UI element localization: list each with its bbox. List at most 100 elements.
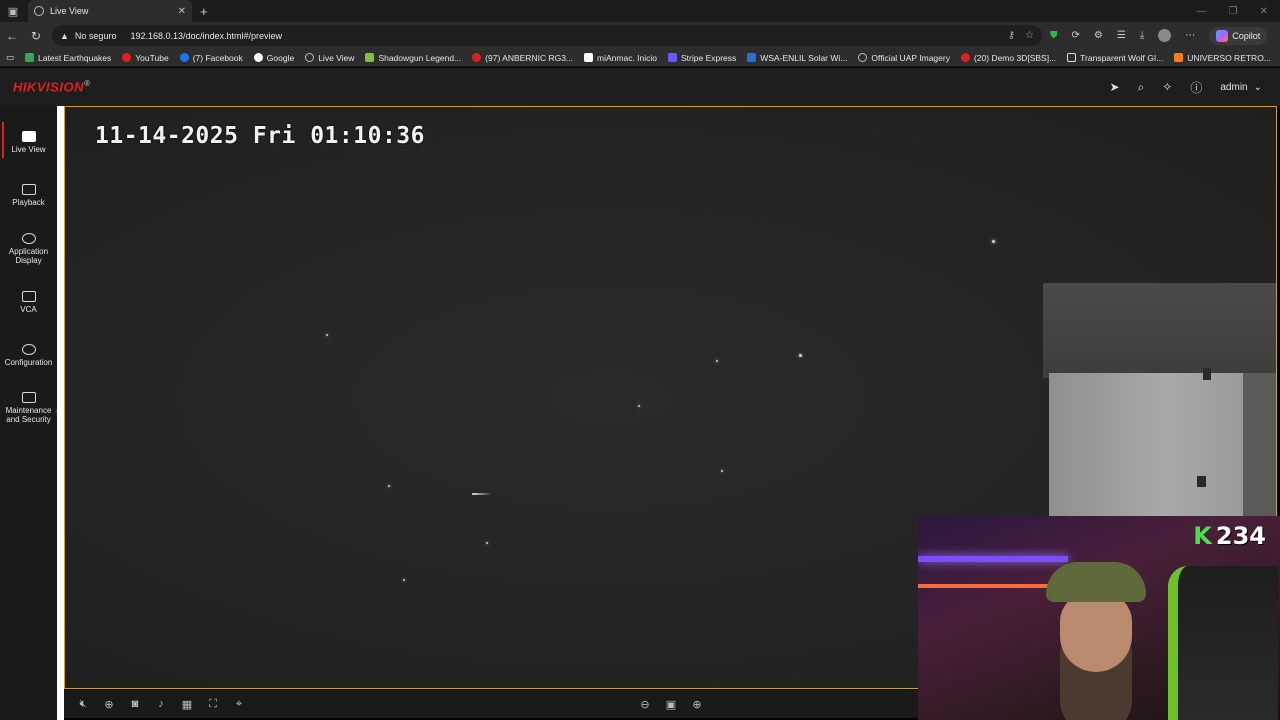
bookmark-item[interactable]: UNIVERSO RETRO... xyxy=(1174,53,1271,63)
star-point xyxy=(721,470,723,472)
ptz-icon[interactable]: ⌖ xyxy=(226,691,252,717)
sidebar-item-live-view[interactable]: Live View xyxy=(0,131,57,154)
page-icon xyxy=(1067,53,1077,62)
star-point xyxy=(992,240,995,243)
bookmark-item[interactable]: Shadowgun Legend... xyxy=(365,53,461,63)
restore-icon[interactable]: ❐ xyxy=(1229,6,1238,17)
building-silhouette xyxy=(1043,283,1276,523)
close-window-icon[interactable]: ✕ xyxy=(1260,6,1268,17)
window-layout-icon[interactable]: ▣ xyxy=(658,691,684,717)
reload-icon[interactable]: ↻ xyxy=(24,24,48,48)
application-display-icon xyxy=(21,233,36,244)
record-icon[interactable]: ▦ xyxy=(174,691,200,717)
address-bar[interactable]: ▲ No seguro 192.168.0.13/doc/index.html#… xyxy=(52,25,1042,46)
settings-icon[interactable]: ✧ xyxy=(1162,80,1172,94)
more-menu-icon[interactable]: ⋯ xyxy=(1185,30,1195,41)
microphone-icon[interactable]: ♪ xyxy=(148,691,174,717)
building-side xyxy=(1243,373,1276,523)
zoom-icon[interactable]: ⊕ xyxy=(96,691,122,717)
globe-icon xyxy=(858,53,868,62)
browser-tab-live-view[interactable]: Live View ✕ xyxy=(28,0,192,22)
region-focus-icon[interactable]: ⛶ xyxy=(200,691,226,717)
browser-tab-bar: ▣ Live View ✕ + — ❐ ✕ xyxy=(0,0,1280,22)
webcam-cap xyxy=(1046,562,1146,602)
youtube-icon xyxy=(960,53,970,62)
star-point xyxy=(486,542,488,544)
meteor-streak xyxy=(472,493,492,495)
sidebar-item-label: VCA xyxy=(20,305,37,314)
globe-icon xyxy=(305,53,315,62)
bookmark-item[interactable]: (7) Facebook xyxy=(179,53,243,63)
favorites-icon[interactable]: ☰ xyxy=(1117,30,1126,41)
info-icon[interactable]: ⓘ xyxy=(1190,79,1202,96)
bookmark-item[interactable]: miAnmac. Inicio xyxy=(584,53,657,63)
star-point xyxy=(638,405,640,407)
url-text[interactable]: 192.168.0.13/doc/index.html#/preview xyxy=(130,31,282,41)
window-controls: — ❐ ✕ xyxy=(1197,6,1280,17)
new-tab-icon[interactable]: + xyxy=(200,4,208,19)
bookmarks-menu-icon[interactable]: ▭ xyxy=(6,52,14,63)
youtube-icon xyxy=(122,53,132,62)
star-point xyxy=(799,354,802,357)
bookmark-item[interactable]: Transparent Wolf GI... xyxy=(1067,53,1163,63)
copilot-logo-icon xyxy=(1216,29,1229,42)
shield-extension-icon[interactable]: ⛊ xyxy=(1050,30,1058,41)
noaa-icon xyxy=(747,53,757,62)
extensions-icon[interactable]: ⚙ xyxy=(1094,30,1103,41)
back-icon[interactable]: ← xyxy=(0,24,24,48)
user-menu[interactable]: admin ⌄ xyxy=(1220,82,1262,93)
hikvision-logo: HIKVISION® xyxy=(13,79,91,95)
bookmark-item[interactable]: Latest Earthquakes xyxy=(25,53,111,63)
tab-title: Live View xyxy=(50,6,89,16)
bookmark-item[interactable]: YouTube xyxy=(122,53,169,63)
next-icon[interactable]: ⊕ xyxy=(684,691,710,717)
retro-icon xyxy=(1174,53,1184,62)
webcam-gaming-chair xyxy=(1168,566,1278,720)
tab-close-icon[interactable]: ✕ xyxy=(178,6,186,17)
refresh-extension-icon[interactable]: ⟳ xyxy=(1072,30,1080,41)
sidebar-item-playback[interactable]: Playback xyxy=(0,184,57,207)
webcam-person xyxy=(1038,556,1158,720)
bookmark-item[interactable]: (97) ANBERNIC RG3... xyxy=(472,53,573,63)
profile-avatar[interactable] xyxy=(1158,29,1172,42)
bookmark-favicon-icon xyxy=(25,53,35,62)
stripe-icon xyxy=(668,53,678,62)
playback-icon xyxy=(21,184,36,195)
bookmark-item[interactable]: Google xyxy=(253,53,294,63)
webcam-shelf-light xyxy=(918,584,1058,588)
security-label[interactable]: No seguro xyxy=(75,31,117,41)
viewer-count-badge: K 234 xyxy=(1193,522,1266,550)
send-icon[interactable]: ➤ xyxy=(1109,80,1119,94)
bookmark-item[interactable]: Live View xyxy=(305,53,354,63)
warning-icon[interactable]: ▲ xyxy=(60,31,69,41)
sidebar-item-maintenance-security[interactable]: Maintenance and Security xyxy=(0,392,57,424)
building-wall xyxy=(1049,373,1245,523)
badge-letter: K xyxy=(1193,522,1212,550)
mute-icon[interactable]: 🔇︎ xyxy=(70,691,96,717)
bookmark-item[interactable]: WSA-ENLIL Solar Wi... xyxy=(747,53,847,63)
copilot-button[interactable]: Copilot xyxy=(1209,26,1268,45)
facebook-icon xyxy=(179,53,189,62)
streamer-webcam-overlay: K 234 xyxy=(918,516,1280,720)
r-logo-icon xyxy=(584,53,594,62)
downloads-icon[interactable]: ⤓ xyxy=(1140,30,1144,41)
key-icon[interactable]: ⚷ xyxy=(1008,30,1015,41)
bookmark-item[interactable]: Stripe Express xyxy=(668,53,736,63)
star-point xyxy=(403,579,405,581)
favorite-star-icon[interactable]: ☆ xyxy=(1025,30,1034,41)
sidebar-item-application-display[interactable]: Application Display xyxy=(0,233,57,265)
maintenance-icon xyxy=(21,392,36,403)
star-point xyxy=(326,334,328,336)
sidebar-item-vca[interactable]: VCA xyxy=(0,291,57,314)
sidebar-item-label: Maintenance and Security xyxy=(5,406,52,424)
app-header: HIKVISION® ➤ ⌕ ✧ ⓘ admin ⌄ xyxy=(0,68,1280,106)
search-icon[interactable]: ⌕ xyxy=(1138,80,1145,95)
previous-icon[interactable]: ⊖ xyxy=(632,691,658,717)
bookmark-item[interactable]: Official UAP Imagery xyxy=(858,53,950,63)
sidebar-item-configuration[interactable]: Configuration xyxy=(0,344,57,367)
bookmark-item[interactable]: (20) Demo 3D[SBS]... xyxy=(960,53,1056,63)
tab-actions-icon[interactable]: ▣ xyxy=(0,0,26,22)
minimize-icon[interactable]: — xyxy=(1197,6,1207,17)
snapshot-camera-icon[interactable]: ◙ xyxy=(122,691,148,717)
gear-icon xyxy=(21,344,36,355)
